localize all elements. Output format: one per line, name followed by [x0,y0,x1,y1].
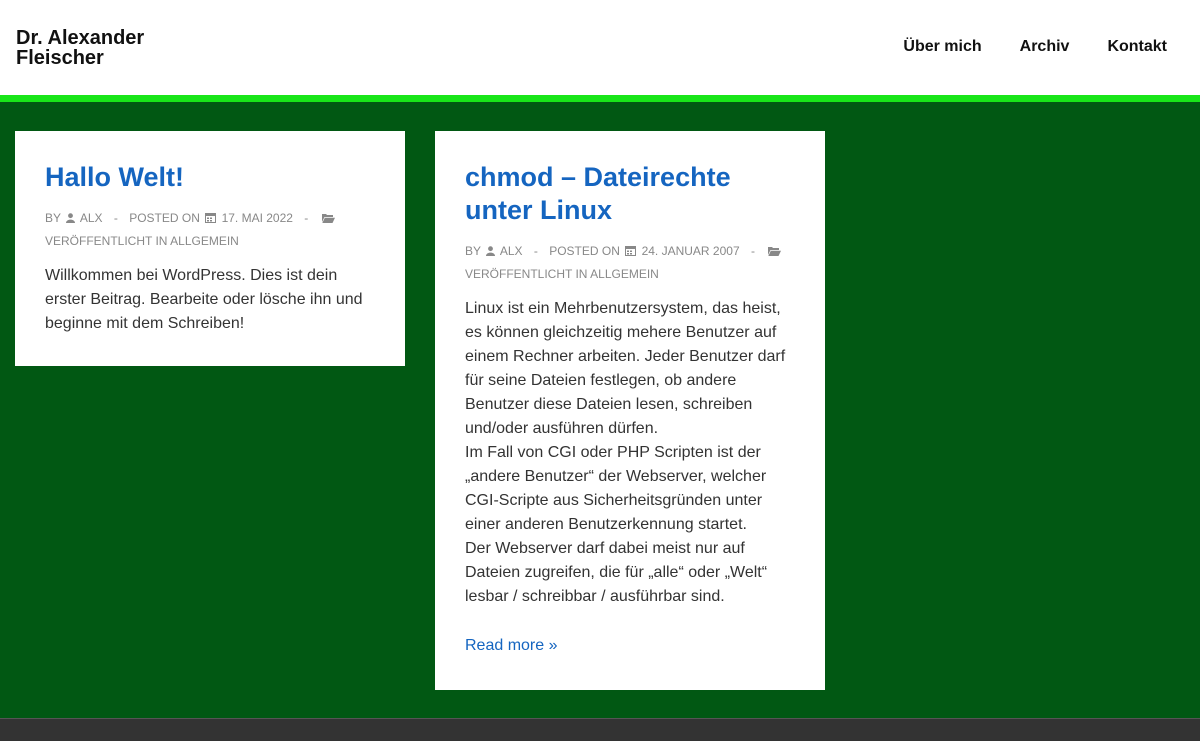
post-paragraph: Willkommen bei WordPress. Dies ist dein … [45,267,363,332]
post-author-link[interactable]: ALX [500,244,523,258]
main-nav: Über mich Archiv Kontakt [865,38,1167,56]
meta-category-prefix: VERÖFFENTLICHT IN [45,234,168,248]
calendar-icon [625,241,637,263]
meta-posted-on: POSTED ON [549,244,620,258]
nav-item-archiv[interactable]: Archiv [1020,38,1070,56]
meta-posted-on: POSTED ON [129,211,200,225]
nav-item-ueber-mich[interactable]: Über mich [903,38,981,56]
folder-icon [768,241,782,263]
post-excerpt: Linux ist ein Mehrbenutzersystem, das he… [465,297,795,609]
post-title[interactable]: chmod – Dateirechte unter Linux [465,161,795,227]
meta-category-prefix: VERÖFFENTLICHT IN [465,267,588,281]
post-meta: BY ALX - POSTED ON 24. JANUAR 2007 - VER… [465,240,795,285]
site-title-line1: Dr. Alexander [16,27,145,49]
post-paragraph: Der Webserver darf dabei meist nur auf D… [465,540,768,605]
user-icon [66,208,76,230]
post-card: Hallo Welt! BY ALX - POSTED ON 17. MAI 2… [15,131,405,366]
post-date-link[interactable]: 24. JANUAR 2007 [642,244,740,258]
nav-item-kontakt[interactable]: Kontakt [1107,38,1167,56]
post-category-link[interactable]: ALLGEMEIN [590,267,659,281]
accent-bar [0,95,1200,102]
meta-by: BY [45,211,61,225]
site-header: Dr. Alexander Fleischer Über mich Archiv… [0,0,1200,95]
site-title[interactable]: Dr. Alexander Fleischer [16,28,216,68]
post-excerpt: Willkommen bei WordPress. Dies ist dein … [45,264,375,336]
read-more-link[interactable]: Read more » [465,637,558,655]
user-icon [486,241,496,263]
post-title[interactable]: Hallo Welt! [45,161,375,194]
site-title-line2: Fleischer [16,47,104,69]
post-paragraph: Im Fall von CGI oder PHP Scripten ist de… [465,444,767,533]
post-author-link[interactable]: ALX [80,211,103,225]
post-paragraph: Linux ist ein Mehrbenutzersystem, das he… [465,300,786,437]
post-category-link[interactable]: ALLGEMEIN [170,234,239,248]
post-date-link[interactable]: 17. MAI 2022 [222,211,293,225]
site-footer [0,718,1200,741]
post-card: chmod – Dateirechte unter Linux BY ALX -… [435,131,825,690]
post-meta: BY ALX - POSTED ON 17. MAI 2022 - VERÖFF… [45,207,375,252]
meta-by: BY [465,244,481,258]
calendar-icon [205,208,217,230]
folder-icon [321,208,335,230]
